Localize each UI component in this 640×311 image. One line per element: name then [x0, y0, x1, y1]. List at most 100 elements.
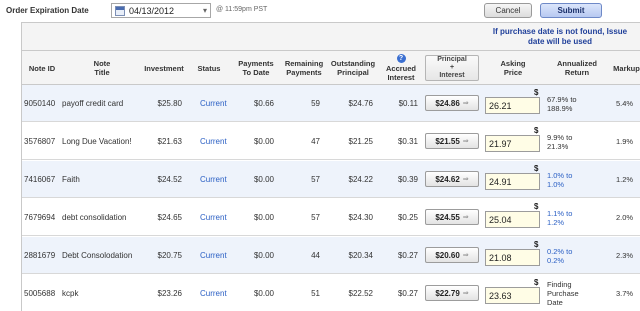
note-id: 9050140: [24, 99, 56, 108]
remaining-payments: 47: [311, 137, 320, 146]
chevron-down-icon[interactable]: ▾: [203, 6, 207, 15]
notes-grid: If purchase date is not found, Issue dat…: [21, 22, 640, 311]
investment: $23.26: [157, 289, 182, 298]
dollar-sign: $: [534, 240, 539, 249]
markup: 1.2%: [616, 175, 634, 184]
col-note-title: Note Title: [93, 59, 111, 77]
markup: 5.4%: [616, 99, 634, 108]
calendar-icon[interactable]: [115, 6, 125, 16]
status-link-label[interactable]: Current: [200, 175, 227, 184]
annualized-return: 1.0% to 1.0%: [547, 170, 573, 189]
note-title: kcpk: [62, 289, 79, 298]
remaining-payments: 59: [311, 99, 320, 108]
outstanding-principal: $24.22: [348, 175, 373, 184]
col-remaining-payments: Remaining Payments: [284, 59, 324, 77]
payments-to-date: $0.66: [253, 99, 274, 108]
dollar-sign: $: [534, 278, 539, 287]
markup: 3.7%: [616, 289, 634, 298]
dollar-sign: $: [534, 126, 539, 135]
principal-interest-button[interactable]: $21.55 ⇒: [425, 133, 479, 149]
asking-price-input[interactable]: [485, 211, 540, 228]
principal-interest-label: Principal + Interest: [437, 56, 467, 79]
col-asking-price: Asking Price: [500, 59, 526, 77]
cancel-button[interactable]: Cancel: [484, 3, 532, 18]
payments-to-date: $0.00: [253, 137, 274, 146]
expiration-date-field[interactable]: 04/13/2012 ▾: [111, 3, 211, 18]
status-link-label[interactable]: Current: [200, 251, 227, 260]
asking-price-input[interactable]: [485, 135, 540, 152]
note-title: debt consolidation: [62, 213, 127, 222]
accrued-interest: $0.31: [397, 137, 418, 146]
principal-interest-button[interactable]: $20.60 ⇒: [425, 247, 479, 263]
payments-to-date: $0.00: [253, 251, 274, 260]
principal-interest-button[interactable]: $24.86 ⇒: [425, 95, 479, 111]
asking-price-input[interactable]: [485, 97, 540, 114]
note-id: 2881679: [24, 251, 56, 260]
annualized-return: 9.9% to 21.3%: [547, 132, 573, 151]
asking-price-input[interactable]: [485, 173, 540, 190]
table-row: 7416067 Faith $24.52 Current $0.00 57 $2…: [22, 161, 640, 198]
table-row: 2881679 Debt Consolodation $20.75 Curren…: [22, 237, 640, 274]
col-outstanding-principal: Outstanding Principal: [330, 59, 376, 77]
arrow-right-icon: ⇒: [462, 290, 469, 297]
status-link-label[interactable]: Current: [200, 213, 227, 222]
principal-interest-value: $20.60: [435, 250, 460, 260]
status-link-label[interactable]: Current: [200, 137, 227, 146]
outstanding-principal: $20.34: [348, 251, 373, 260]
col-markup: Markup: [613, 63, 640, 73]
dollar-sign: $: [534, 164, 539, 173]
order-expiration-label: Order Expiration Date: [6, 6, 89, 15]
arrow-right-icon: ⇒: [462, 214, 469, 221]
note-id: 7679694: [24, 213, 56, 222]
accrued-interest: $0.39: [397, 175, 418, 184]
remaining-payments: 57: [311, 175, 320, 184]
help-icon[interactable]: ?: [396, 54, 406, 63]
principal-interest-value: $24.86: [435, 98, 460, 108]
principal-interest-button[interactable]: $24.62 ⇒: [425, 171, 479, 187]
expiration-date-value[interactable]: 04/13/2012: [129, 6, 174, 16]
asking-price-input[interactable]: [485, 287, 540, 304]
principal-interest-sort-button[interactable]: Principal + Interest: [425, 55, 479, 81]
status-link-label[interactable]: Current: [200, 99, 227, 108]
note-title: payoff credit card: [62, 99, 124, 108]
outstanding-principal: $22.52: [348, 289, 373, 298]
annualized-return: Finding Purchase Date: [547, 280, 579, 307]
annualized-return: 1.1% to 1.2%: [547, 208, 573, 227]
asking-price-input[interactable]: [485, 249, 540, 266]
investment: $24.52: [157, 175, 182, 184]
investment: $20.75: [157, 251, 182, 260]
remaining-payments: 57: [311, 213, 320, 222]
status-link-label[interactable]: Current: [200, 289, 227, 298]
principal-interest-value: $24.55: [435, 212, 460, 222]
note-title: Long Due Vacation!: [62, 137, 132, 146]
note-id: 3576807: [24, 137, 56, 146]
col-payments-to-date: Payments To Date: [238, 59, 274, 77]
markup: 1.9%: [616, 137, 634, 146]
table-header: Note ID Note Title Investment Status Pay…: [22, 51, 640, 85]
col-status: Status: [197, 63, 221, 73]
accrued-interest: $0.25: [397, 213, 418, 222]
arrow-right-icon: ⇒: [462, 100, 469, 107]
payments-to-date: $0.00: [253, 175, 274, 184]
col-annualized-return: Annualized Return: [556, 59, 597, 77]
remaining-payments: 51: [311, 289, 320, 298]
principal-interest-button[interactable]: $24.55 ⇒: [425, 209, 479, 225]
accrued-interest: $0.27: [397, 251, 418, 260]
annualized-return: 67.9% to 188.9%: [547, 94, 577, 113]
col-investment: Investment: [144, 63, 184, 73]
accrued-interest: $0.11: [398, 99, 418, 108]
outstanding-principal: $24.30: [348, 213, 373, 222]
principal-interest-value: $21.55: [435, 136, 460, 146]
submit-button[interactable]: Submit: [540, 3, 602, 18]
principal-interest-button[interactable]: $22.79 ⇒: [425, 285, 479, 301]
remaining-payments: 44: [311, 251, 320, 260]
markup: 2.0%: [616, 213, 634, 222]
col-accrued-interest: ? Accrued Interest: [379, 51, 423, 85]
arrow-right-icon: ⇒: [462, 252, 469, 259]
order-toolbar: Order Expiration Date 04/13/2012 ▾ @ 11:…: [0, 0, 640, 22]
principal-interest-value: $22.79: [435, 288, 460, 298]
table-row: 3576807 Long Due Vacation! $21.63 Curren…: [22, 123, 640, 160]
payments-to-date: $0.00: [253, 213, 274, 222]
table-row: 9050140 payoff credit card $25.80 Curren…: [22, 85, 640, 122]
payments-to-date: $0.00: [253, 289, 274, 298]
